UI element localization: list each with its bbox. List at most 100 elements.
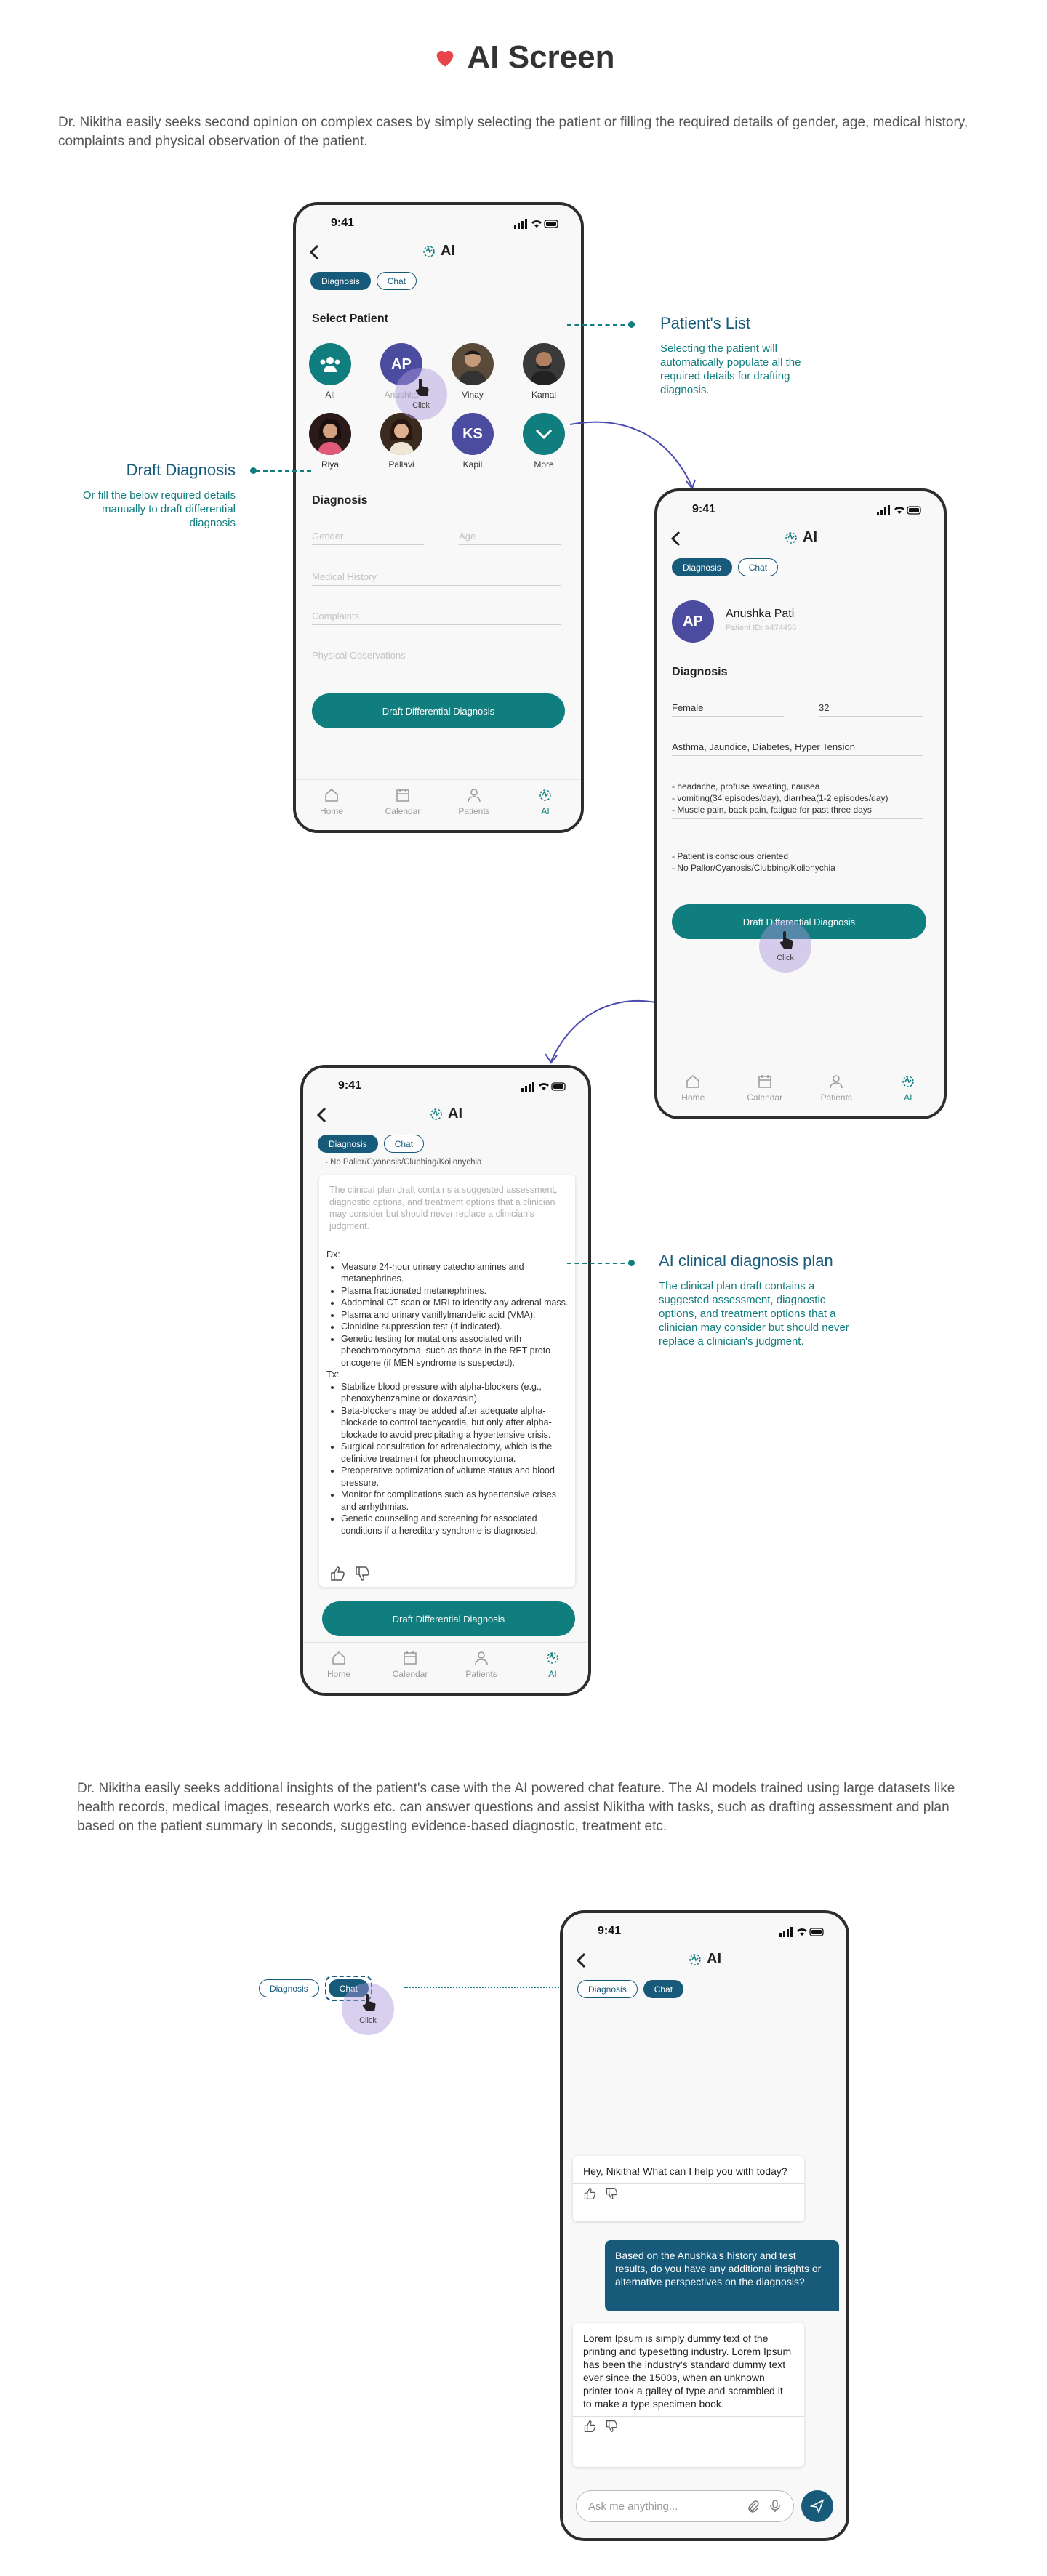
patient-kapil[interactable]: KS Kapil	[447, 413, 498, 470]
callout-text: Or fill the below required details manua…	[82, 489, 236, 529]
disclaimer-text: The clinical plan draft contains a sugge…	[329, 1185, 558, 1231]
thumbs-up-icon[interactable]	[583, 2187, 596, 2200]
avatar-photo	[452, 343, 494, 385]
click-label: Click	[777, 954, 794, 962]
patient-name: Pallavi	[388, 459, 414, 470]
pointer-hand-icon	[415, 379, 429, 396]
draft-diagnosis-button[interactable]: Draft Differential Diagnosis	[322, 1601, 575, 1636]
dx-list: Measure 24-hour urinary catecholamines a…	[341, 1261, 569, 1369]
status-time: 9:41	[598, 1925, 622, 1937]
ai-sparkle-icon	[430, 1108, 442, 1120]
nav-calendar[interactable]: Calendar	[739, 1074, 790, 1116]
status-time: 9:41	[338, 1079, 362, 1092]
pointer-hand-icon	[779, 931, 793, 949]
avatar-photo	[309, 413, 351, 455]
pointer-hand-icon	[362, 1994, 376, 2011]
tab-diagnosis[interactable]: Diagnosis	[259, 1979, 319, 1997]
tab-diagnosis[interactable]: Diagnosis	[672, 558, 732, 576]
callout-title: Draft Diagnosis	[126, 461, 236, 479]
chat-input-placeholder: Ask me anything...	[588, 2500, 678, 2513]
thumbs-down-icon[interactable]	[354, 1566, 370, 1582]
tx-item: Genetic counseling and screening for ass…	[341, 1513, 569, 1537]
nav-calendar[interactable]: Calendar	[385, 1650, 436, 1693]
patient-pallavi[interactable]: Pallavi	[376, 413, 427, 470]
status-icons	[877, 505, 921, 515]
status-icons	[779, 1927, 824, 1937]
tx-label: Tx:	[326, 1369, 340, 1380]
patient-name: Vinay	[462, 390, 484, 400]
nav-home[interactable]: Home	[306, 787, 357, 830]
age-field[interactable]: Age	[459, 531, 561, 545]
patient-name: Kapil	[462, 459, 483, 470]
patient-riya[interactable]: Riya	[305, 413, 356, 470]
attachment-icon[interactable]	[747, 2500, 760, 2513]
nav-ai[interactable]: AI	[527, 1650, 578, 1693]
tab-bar: Diagnosis Chat	[310, 272, 417, 290]
complaints-field[interactable]: Complaints	[312, 611, 561, 625]
feedback-row	[329, 1561, 565, 1582]
connector-line	[256, 470, 311, 472]
nav-label: Home	[319, 806, 343, 816]
nav-label: AI	[541, 806, 550, 816]
nav-label: Calendar	[747, 1092, 783, 1103]
physical-observations-field[interactable]: - Patient is conscious oriented - No Pal…	[672, 850, 923, 877]
nav-home[interactable]: Home	[313, 1650, 364, 1693]
gender-field[interactable]: Gender	[312, 531, 424, 545]
tab-chat[interactable]: Chat	[737, 558, 779, 576]
screen-title-text: AI	[448, 1106, 462, 1122]
age-field[interactable]: 32	[819, 702, 923, 717]
callout-ai-plan: AI clinical diagnosis plan The clinical …	[659, 1252, 855, 1348]
tab-chat[interactable]: Chat	[376, 272, 417, 290]
thumbs-up-icon[interactable]	[329, 1566, 345, 1582]
gender-field[interactable]: Female	[672, 702, 784, 717]
tab-diagnosis[interactable]: Diagnosis	[318, 1135, 378, 1153]
bottom-nav: Home Calendar Patients AI	[657, 1066, 944, 1116]
patient-kamal[interactable]: Kamal	[518, 343, 569, 400]
avatar-photo	[523, 343, 565, 385]
click-indicator: Click	[342, 1983, 394, 2035]
tab-chat[interactable]: Chat	[383, 1135, 425, 1153]
tab-chat[interactable]: Chat	[643, 1980, 684, 1998]
complaints-field[interactable]: - headache, profuse sweating, nausea - v…	[672, 781, 923, 819]
connector-dot	[628, 1260, 635, 1266]
click-label: Click	[359, 2016, 377, 2025]
thumbs-down-icon[interactable]	[605, 2187, 618, 2200]
nav-home[interactable]: Home	[667, 1074, 718, 1116]
plan-content: Dx: Measure 24-hour urinary catecholamin…	[326, 1244, 569, 1537]
nav-label: AI	[548, 1669, 557, 1679]
header: AI	[296, 240, 581, 265]
thumbs-up-icon[interactable]	[583, 2420, 596, 2433]
nav-label: Calendar	[392, 1669, 428, 1679]
chat-input[interactable]: Ask me anything...	[576, 2490, 794, 2522]
thumbs-down-icon[interactable]	[605, 2420, 618, 2433]
select-patient-label: Select Patient	[312, 313, 388, 325]
dx-label: Dx:	[326, 1249, 340, 1260]
tab-diagnosis[interactable]: Diagnosis	[310, 272, 371, 290]
nav-patients[interactable]: Patients	[449, 787, 500, 830]
microphone-icon[interactable]	[769, 2500, 782, 2513]
tab-diagnosis[interactable]: Diagnosis	[577, 1980, 638, 1998]
patient-more[interactable]: More	[518, 413, 569, 470]
patient-name: All	[325, 390, 335, 400]
patient-name: Kamal	[531, 390, 556, 400]
send-button[interactable]	[801, 2490, 833, 2522]
screen-title: AI	[657, 529, 944, 546]
nav-ai[interactable]: AI	[883, 1074, 934, 1116]
ai-sparkle-icon	[423, 245, 435, 257]
nav-ai[interactable]: AI	[520, 787, 571, 830]
nav-patients[interactable]: Patients	[456, 1650, 507, 1693]
nav-patients[interactable]: Patients	[811, 1074, 862, 1116]
calendar-icon	[404, 1651, 417, 1665]
heart-icon	[436, 50, 453, 67]
patient-all[interactable]: All	[305, 343, 356, 400]
screen-title: AI	[563, 1951, 846, 1968]
ai-sparkle-icon	[689, 1953, 701, 1965]
medical-history-field[interactable]: Asthma, Jaundice, Diabetes, Hyper Tensio…	[672, 741, 923, 756]
nav-calendar[interactable]: Calendar	[377, 787, 428, 830]
draft-diagnosis-button[interactable]: Draft Differential Diagnosis	[312, 693, 565, 728]
patient-vinay[interactable]: Vinay	[447, 343, 498, 400]
status-bar: 9:41	[563, 1925, 846, 1941]
complaint-line: - vomiting(34 episodes/day), diarrhea(1-…	[672, 793, 888, 803]
medical-history-field[interactable]: Medical History	[312, 571, 561, 586]
physical-observations-field[interactable]: Physical Observations	[312, 650, 561, 664]
